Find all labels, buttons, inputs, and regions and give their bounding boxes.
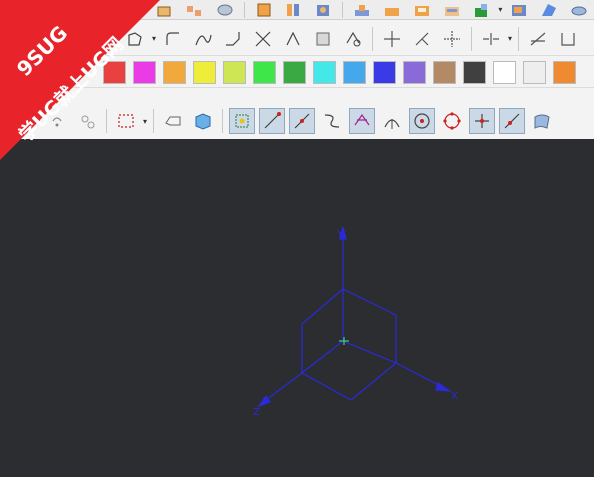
pad-icon[interactable]	[379, 1, 405, 19]
boss-icon[interactable]	[349, 1, 375, 19]
center-point-icon[interactable]	[409, 108, 435, 134]
midpoint-icon[interactable]	[289, 108, 315, 134]
triad-inner-x	[342, 340, 397, 364]
color-swatch-list	[100, 60, 580, 84]
color-swatch-green[interactable]	[253, 60, 276, 84]
control-point-icon[interactable]	[319, 108, 345, 134]
cylinder-icon[interactable]	[212, 1, 238, 19]
color-palette	[0, 57, 594, 88]
curve-toolbar: ▾ ▾	[0, 22, 594, 56]
profile-icon[interactable]	[122, 26, 148, 52]
color-swatch-orange-2[interactable]	[553, 60, 576, 84]
mirror-curve-icon[interactable]	[478, 26, 504, 52]
show-hide-icon[interactable]	[160, 108, 186, 134]
color-swatch-purple[interactable]	[403, 60, 426, 84]
chevron-down-icon[interactable]: ▾	[34, 117, 42, 126]
undo-selection-icon[interactable]	[44, 108, 70, 134]
rectangle-select-icon[interactable]	[113, 108, 139, 134]
quick-extend-icon[interactable]	[409, 26, 435, 52]
quick-trim-icon[interactable]	[379, 26, 405, 52]
color-swatch-red[interactable]	[103, 60, 126, 84]
offset-curve-icon[interactable]	[310, 26, 336, 52]
toolbar-area: ▾ ▾ ▾ ▾ ▾	[0, 0, 594, 139]
quadrant-point-icon[interactable]	[439, 108, 465, 134]
color-swatch-white[interactable]	[493, 60, 516, 84]
groove-icon[interactable]	[469, 1, 495, 19]
x-axis-arrow	[435, 382, 453, 392]
y-axis-label: Y	[336, 229, 344, 240]
dimension-icon[interactable]	[525, 26, 551, 52]
color-swatch-magenta[interactable]	[133, 60, 156, 84]
color-swatch-dark-gray[interactable]	[463, 60, 486, 84]
pocket-icon[interactable]	[409, 1, 435, 19]
graphics-viewport[interactable]: Y X Z	[0, 139, 594, 473]
chamfer-curve-icon[interactable]	[220, 26, 246, 52]
block-feature-icon[interactable]	[152, 1, 178, 19]
arc-center-icon[interactable]	[379, 108, 405, 134]
snap-point-icon[interactable]	[229, 108, 255, 134]
sweep-icon[interactable]	[536, 1, 562, 19]
wcs-triad: Y X Z	[253, 226, 458, 418]
color-swatch-yellow[interactable]	[193, 60, 216, 84]
triad-inner-z	[301, 340, 344, 374]
constraint-icon[interactable]	[555, 26, 581, 52]
shell-icon[interactable]	[506, 1, 532, 19]
fillet-curve-icon[interactable]	[160, 26, 186, 52]
make-corner-icon[interactable]	[439, 26, 465, 52]
view-cube-icon[interactable]	[190, 108, 216, 134]
selection-toolbar: ▾ ▾	[0, 104, 594, 138]
pattern-feature-icon[interactable]	[182, 1, 208, 19]
z-axis-label: Z	[253, 407, 260, 418]
project-curve-icon[interactable]	[340, 26, 366, 52]
triad-hexagon	[301, 288, 397, 401]
draft-icon[interactable]	[566, 1, 592, 19]
endpoint-icon[interactable]	[259, 108, 285, 134]
feature-toolbar: ▾	[0, 0, 594, 20]
color-swatch-cyan[interactable]	[313, 60, 336, 84]
chevron-down-icon[interactable]: ▾	[496, 5, 504, 14]
color-swatch-yellow-green[interactable]	[223, 60, 246, 84]
x-axis-label: X	[451, 391, 458, 402]
spline-icon[interactable]	[190, 26, 216, 52]
extrude-icon[interactable]	[251, 1, 277, 19]
filter-settings-icon[interactable]	[74, 108, 100, 134]
color-swatch-light-gray[interactable]	[523, 60, 546, 84]
origin-marker	[339, 337, 349, 345]
intersection-icon[interactable]	[349, 108, 375, 134]
existing-point-icon[interactable]	[469, 108, 495, 134]
color-swatch-dark-green[interactable]	[283, 60, 306, 84]
point-on-curve-icon[interactable]	[499, 108, 525, 134]
revolve-icon[interactable]	[280, 1, 306, 19]
color-swatch-sky-blue[interactable]	[343, 60, 366, 84]
chevron-down-icon[interactable]: ▾	[150, 34, 158, 43]
color-swatch-brown[interactable]	[433, 60, 456, 84]
chevron-down-icon[interactable]: ▾	[141, 117, 149, 126]
slot-icon[interactable]	[439, 1, 465, 19]
trim-icon[interactable]	[250, 26, 276, 52]
trim-corner-icon[interactable]	[280, 26, 306, 52]
color-swatch-blue[interactable]	[373, 60, 396, 84]
hole-icon[interactable]	[310, 1, 336, 19]
point-on-surface-icon[interactable]	[529, 108, 555, 134]
color-swatch-orange[interactable]	[163, 60, 186, 84]
chevron-down-icon[interactable]: ▾	[506, 34, 514, 43]
